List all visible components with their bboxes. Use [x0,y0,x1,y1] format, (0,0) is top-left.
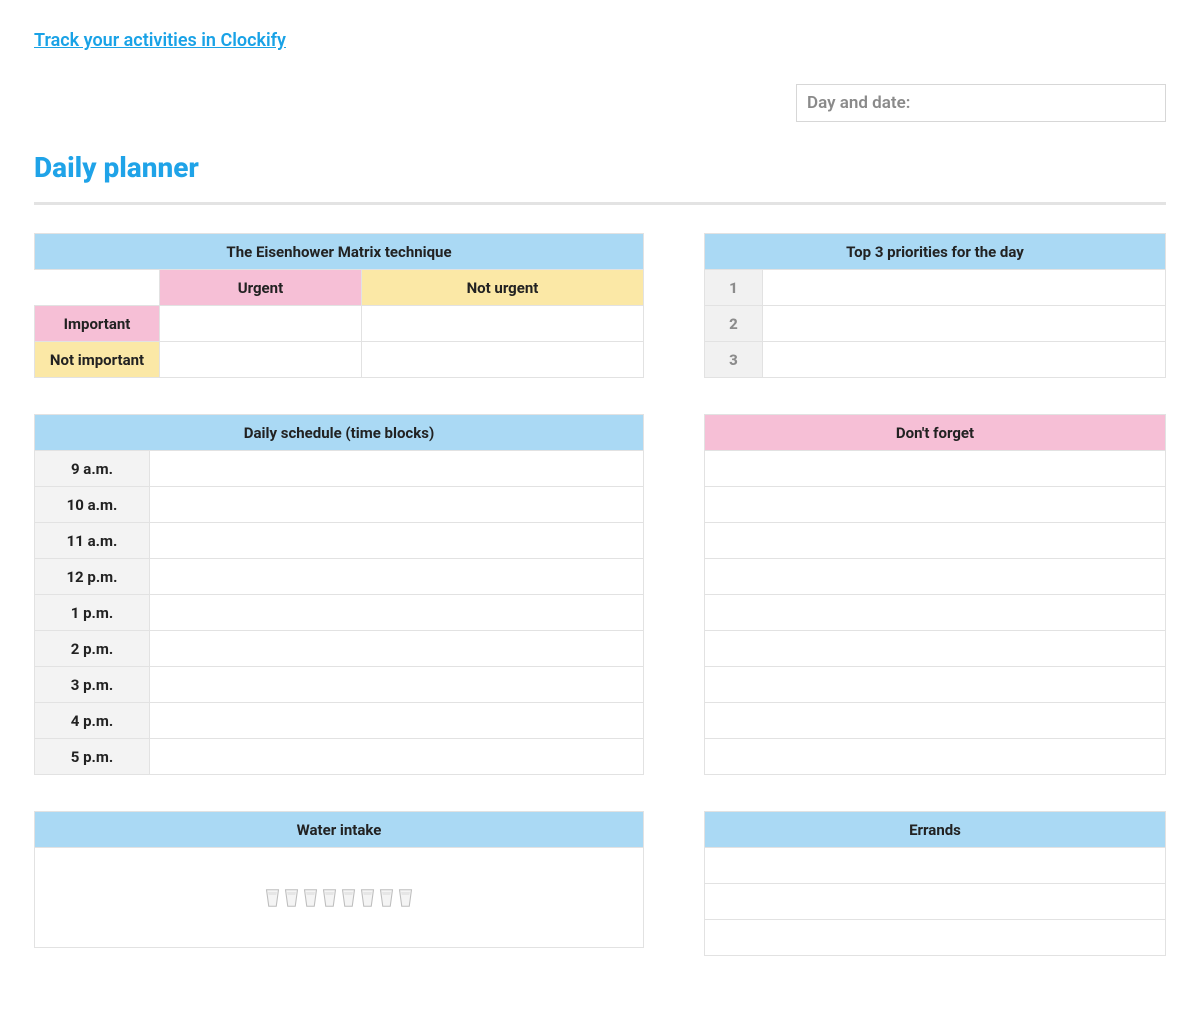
matrix-cell[interactable] [361,342,643,378]
errands-header: Errands [705,812,1166,848]
schedule-input[interactable] [150,487,644,523]
schedule-table: Daily schedule (time blocks) 9 a.m.10 a.… [34,414,644,775]
water-cup-icon[interactable] [284,888,299,908]
water-cup-icon[interactable] [303,888,318,908]
schedule-input[interactable] [150,451,644,487]
dont-forget-input[interactable] [705,631,1166,667]
schedule-time-label: 9 a.m. [35,451,150,487]
dont-forget-header: Don't forget [705,415,1166,451]
schedule-time-label: 1 p.m. [35,595,150,631]
matrix-row-not-important: Not important [35,342,160,378]
matrix-row-important: Important [35,306,160,342]
dont-forget-input[interactable] [705,703,1166,739]
schedule-input[interactable] [150,667,644,703]
priorities-table: Top 3 priorities for the day 123 [704,233,1166,378]
priority-input[interactable] [763,270,1166,306]
errand-input[interactable] [705,848,1166,884]
priorities-header: Top 3 priorities for the day [705,234,1166,270]
schedule-header: Daily schedule (time blocks) [35,415,644,451]
matrix-cell[interactable] [361,306,643,342]
priority-number: 3 [705,342,763,378]
water-intake-table: Water intake [34,811,644,948]
dont-forget-input[interactable] [705,487,1166,523]
schedule-time-label: 3 p.m. [35,667,150,703]
schedule-time-label: 5 p.m. [35,739,150,775]
schedule-time-label: 2 p.m. [35,631,150,667]
dont-forget-table: Don't forget [704,414,1166,775]
schedule-input[interactable] [150,559,644,595]
matrix-col-urgent: Urgent [160,270,362,306]
eisenhower-matrix: The Eisenhower Matrix technique Urgent N… [34,233,644,378]
schedule-input[interactable] [150,631,644,667]
errand-input[interactable] [705,884,1166,920]
priority-number: 1 [705,270,763,306]
schedule-time-label: 11 a.m. [35,523,150,559]
dont-forget-input[interactable] [705,595,1166,631]
priority-number: 2 [705,306,763,342]
schedule-time-label: 4 p.m. [35,703,150,739]
day-date-input[interactable]: Day and date: [796,84,1166,122]
matrix-cell[interactable] [160,342,362,378]
page-title: Daily planner [34,151,1166,184]
errands-table: Errands [704,811,1166,956]
dont-forget-input[interactable] [705,451,1166,487]
dont-forget-input[interactable] [705,667,1166,703]
schedule-time-label: 12 p.m. [35,559,150,595]
dont-forget-input[interactable] [705,559,1166,595]
water-header: Water intake [35,812,644,848]
water-cups-cell[interactable] [35,848,644,948]
schedule-time-label: 10 a.m. [35,487,150,523]
water-cup-icon[interactable] [265,888,280,908]
track-activities-link[interactable]: Track your activities in Clockify [34,30,286,51]
dont-forget-input[interactable] [705,523,1166,559]
matrix-col-not-urgent: Not urgent [361,270,643,306]
priority-input[interactable] [763,306,1166,342]
water-cup-icon[interactable] [322,888,337,908]
water-cup-icon[interactable] [360,888,375,908]
water-cup-icon[interactable] [341,888,356,908]
schedule-input[interactable] [150,595,644,631]
schedule-input[interactable] [150,739,644,775]
priority-input[interactable] [763,342,1166,378]
schedule-input[interactable] [150,703,644,739]
dont-forget-input[interactable] [705,739,1166,775]
schedule-input[interactable] [150,523,644,559]
errand-input[interactable] [705,920,1166,956]
water-cup-icon[interactable] [398,888,413,908]
matrix-cell[interactable] [160,306,362,342]
divider [34,202,1166,205]
water-cup-icon[interactable] [379,888,394,908]
matrix-header: The Eisenhower Matrix technique [35,234,644,270]
